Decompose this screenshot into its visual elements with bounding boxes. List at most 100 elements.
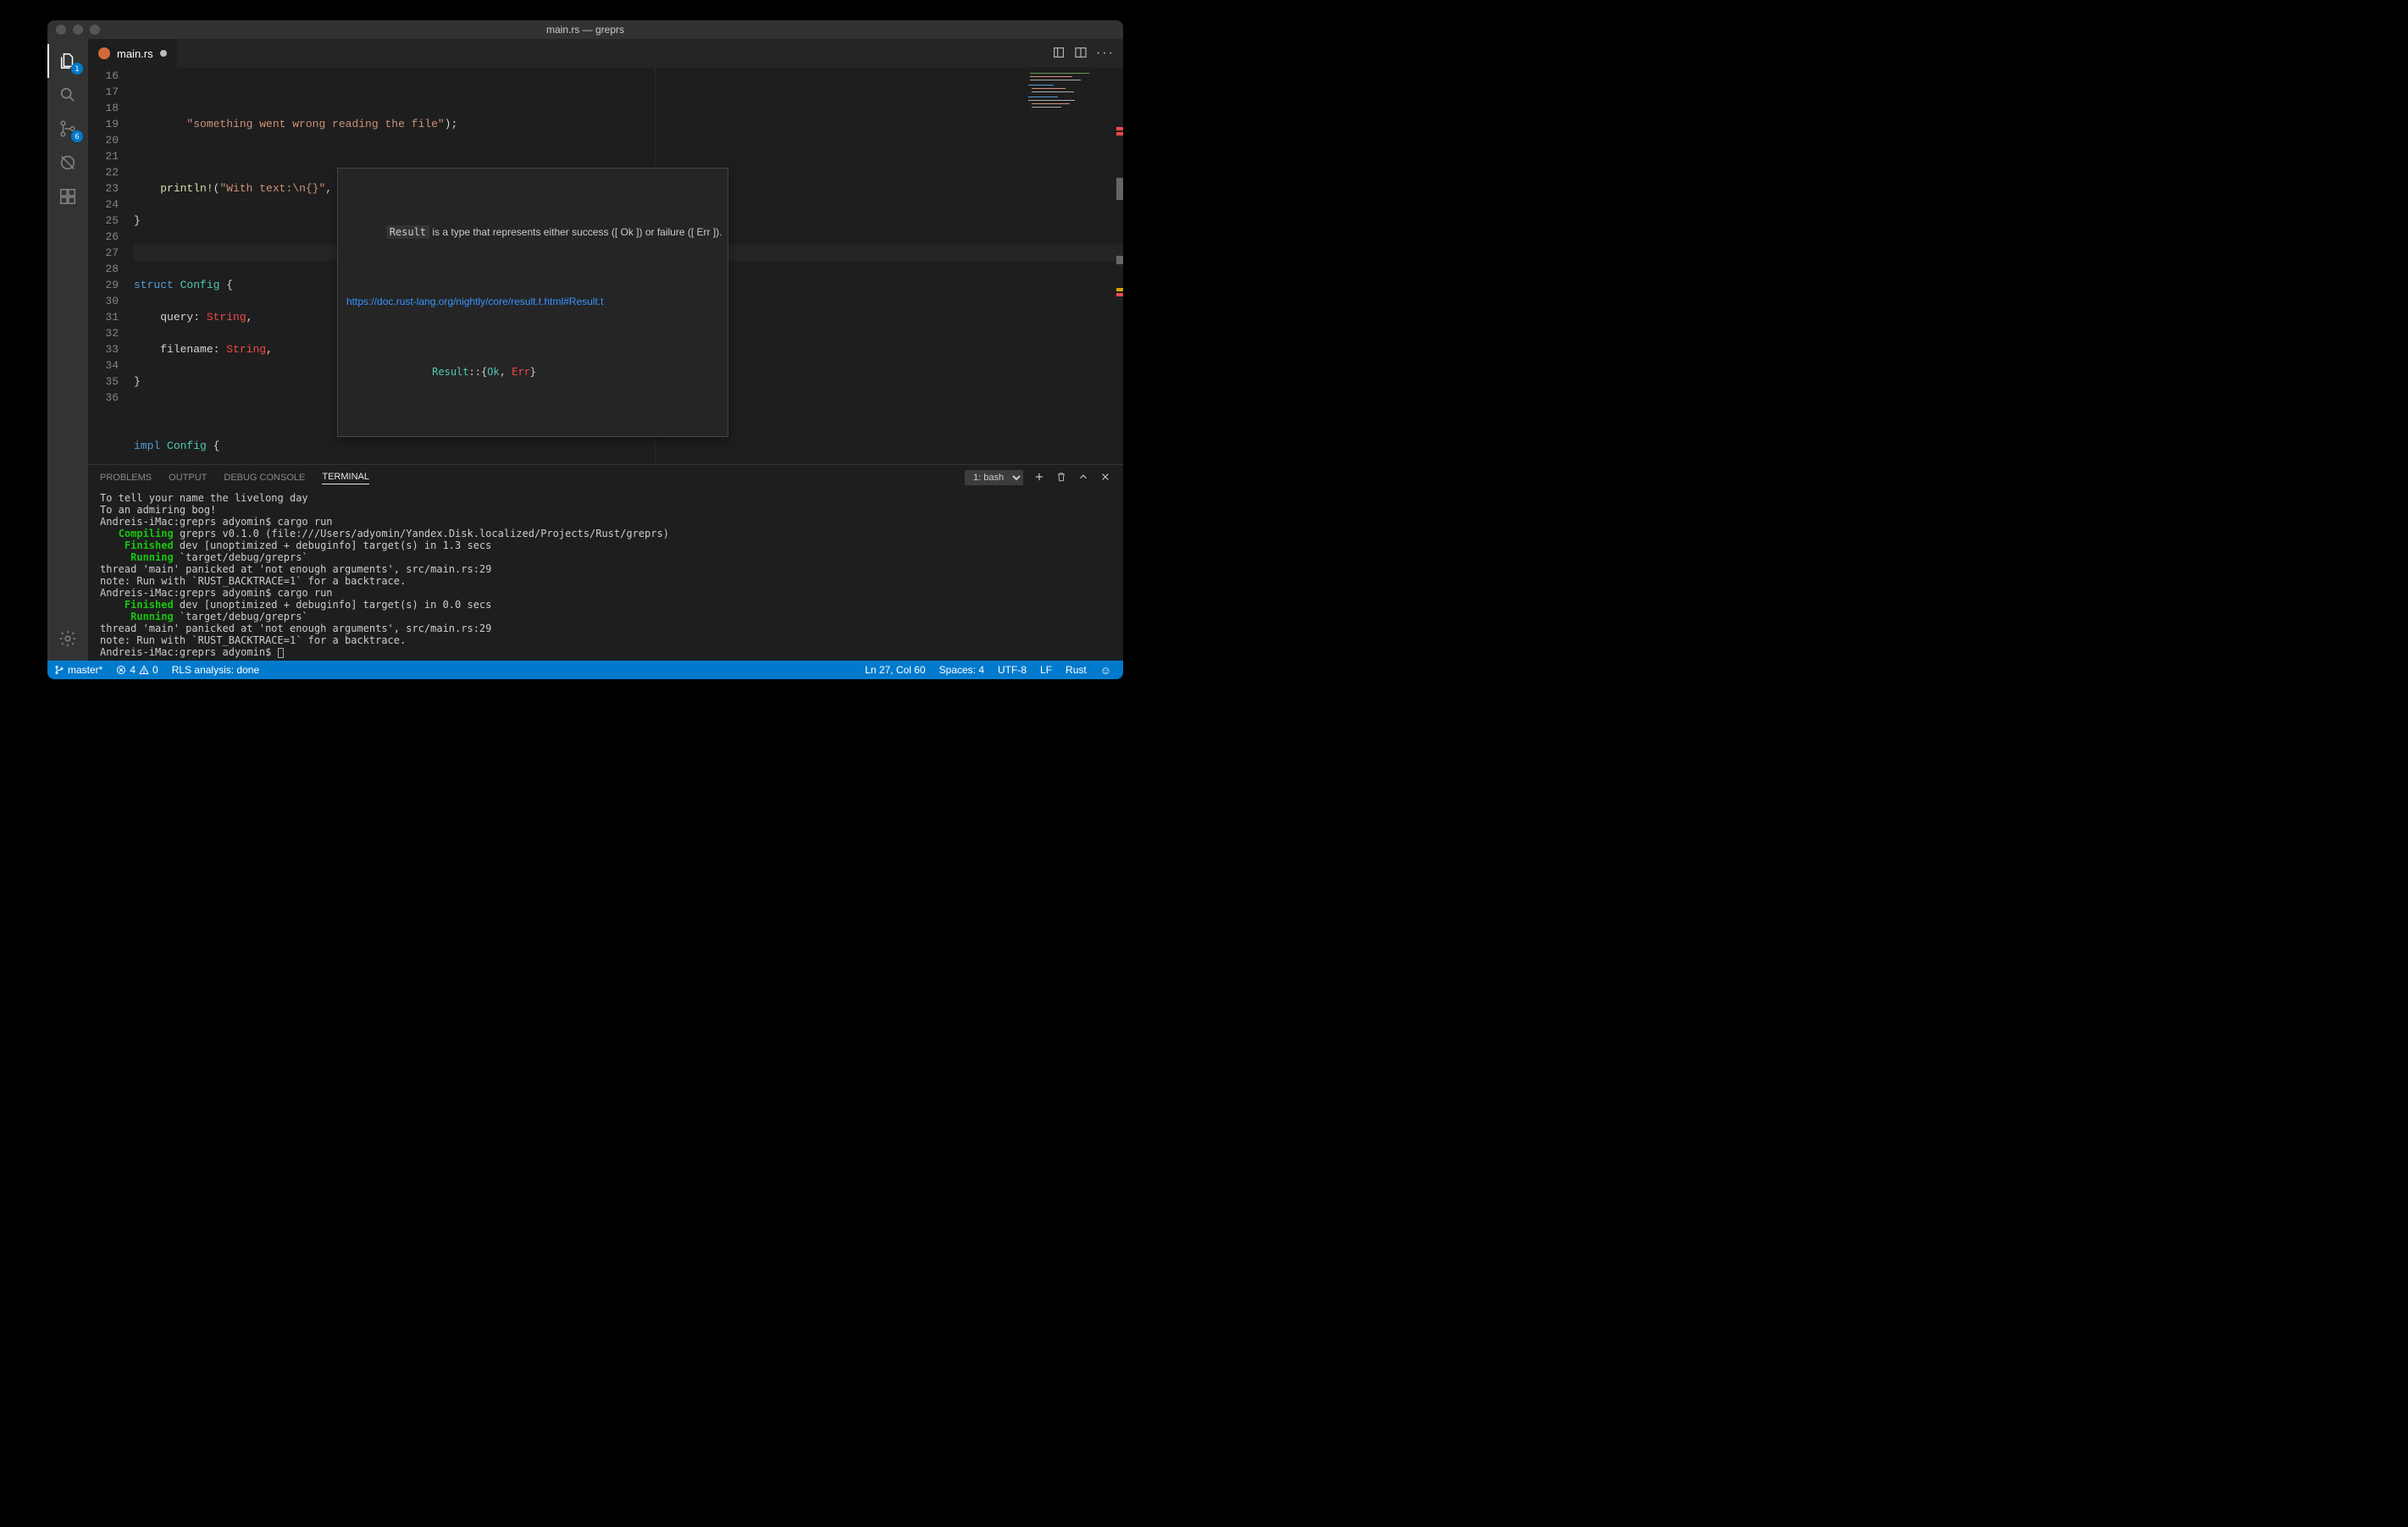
line-number: 17 [88,84,119,100]
terminal-line: thread 'main' panicked at 'not enough ar… [100,622,1111,634]
minimap[interactable] [1021,68,1123,464]
eol-status[interactable]: LF [1033,664,1059,676]
editor-tab-main-rs[interactable]: main.rs [88,39,178,68]
split-editor-button[interactable] [1074,46,1088,62]
terminal-line: Andreis-iMac:greprs adyomin$ [100,646,1111,658]
terminal-line: Finished dev [unoptimized + debuginfo] t… [100,539,1111,551]
line-number-gutter: 1617181920212223242526272829303132333435… [88,68,134,464]
extensions-tab[interactable] [47,180,88,213]
terminal-line: Running `target/debug/greprs` [100,551,1111,563]
explorer-tab[interactable]: 1 [47,44,88,78]
line-number: 25 [88,213,119,229]
git-branch-status[interactable]: master* [47,664,109,676]
chevron-up-icon [1077,471,1089,483]
maximize-panel-button[interactable] [1077,471,1089,485]
hover-tooltip: Result is a type that represents either … [337,168,728,437]
encoding-status[interactable]: UTF-8 [991,664,1033,676]
traffic-lights [47,25,100,35]
line-number: 18 [88,100,119,116]
line-number: 22 [88,164,119,180]
rls-status[interactable]: RLS analysis: done [165,664,266,676]
plus-icon [1033,471,1045,483]
terminal-line: Finished dev [unoptimized + debuginfo] t… [100,599,1111,611]
warning-icon [139,665,149,675]
line-number: 27 [88,245,119,261]
rust-file-icon [98,47,110,59]
overview-ruler[interactable] [1115,68,1123,464]
code-editor[interactable]: 1617181920212223242526272829303132333435… [88,68,1123,464]
line-number: 16 [88,68,119,84]
extensions-icon [58,187,77,206]
bottom-panel: PROBLEMS OUTPUT DEBUG CONSOLE TERMINAL 1… [88,464,1123,661]
tab-filename: main.rs [117,47,153,60]
terminal-line: thread 'main' panicked at 'not enough ar… [100,563,1111,575]
string-literal: "something went wrong reading the file" [186,118,444,130]
indentation-status[interactable]: Spaces: 4 [933,664,991,676]
terminal-selector[interactable]: 1: bash [965,470,1023,485]
debug-icon [58,153,77,172]
panel-tab-output[interactable]: OUTPUT [169,473,207,483]
panel-tab-debug-console[interactable]: DEBUG CONSOLE [224,473,305,483]
debug-tab[interactable] [47,146,88,180]
terminal-cursor [278,648,284,658]
split-icon [1074,46,1088,59]
settings-button[interactable] [47,622,88,656]
terminal-line: To an admiring bog! [100,504,1111,516]
kill-terminal-button[interactable] [1055,471,1067,485]
line-number: 32 [88,325,119,341]
trash-icon [1055,471,1067,483]
minimize-window-button[interactable] [73,25,83,35]
window-title: main.rs — greprs [47,24,1123,36]
problems-status[interactable]: 4 0 [109,664,164,676]
gear-icon [58,629,77,648]
terminal-line: note: Run with `RUST_BACKTRACE=1` for a … [100,575,1111,587]
terminal-line: note: Run with `RUST_BACKTRACE=1` for a … [100,634,1111,646]
line-number: 34 [88,357,119,373]
terminal-line: To tell your name the livelong day [100,492,1111,504]
dirty-indicator-icon [160,50,167,57]
scm-badge: 6 [71,130,83,142]
vscode-window: main.rs — greprs 1 6 [47,20,1123,679]
explorer-badge: 1 [71,63,83,75]
line-number: 24 [88,196,119,213]
code-area[interactable]: "something went wrong reading the file")… [134,68,1123,464]
feedback-button[interactable]: ☺ [1093,664,1118,677]
tab-bar: main.rs ··· [88,39,1123,68]
panel-tab-terminal[interactable]: TERMINAL [322,472,369,484]
close-panel-button[interactable] [1099,471,1111,485]
titlebar[interactable]: main.rs — greprs [47,20,1123,39]
maximize-window-button[interactable] [90,25,100,35]
editor-column: main.rs ··· 1617181920212223242526272829… [88,39,1123,661]
terminal-line: Andreis-iMac:greprs adyomin$ cargo run [100,516,1111,528]
line-number: 36 [88,390,119,406]
diff-icon [1052,46,1066,59]
close-icon [1099,471,1111,483]
terminal-line: Compiling greprs v0.1.0 (file:///Users/a… [100,528,1111,539]
close-window-button[interactable] [56,25,66,35]
panel-tab-problems[interactable]: PROBLEMS [100,473,152,483]
search-tab[interactable] [47,78,88,112]
line-number: 31 [88,309,119,325]
line-number: 23 [88,180,119,196]
line-number: 29 [88,277,119,293]
diff-view-button[interactable] [1052,46,1066,62]
error-icon [116,665,126,675]
hover-doc-link[interactable]: https://doc.rust-lang.org/nightly/core/r… [346,296,603,307]
search-icon [58,86,77,104]
hover-symbol: Result [386,225,429,239]
activity-bar: 1 6 [47,39,88,661]
cursor-position-status[interactable]: Ln 27, Col 60 [858,664,932,676]
terminal-line: Andreis-iMac:greprs adyomin$ cargo run [100,587,1111,599]
line-number: 33 [88,341,119,357]
line-number: 26 [88,229,119,245]
line-number: 20 [88,132,119,148]
macro-call: println! [160,182,213,195]
line-number: 35 [88,373,119,390]
terminal-output[interactable]: To tell your name the livelong dayTo an … [88,490,1123,661]
new-terminal-button[interactable] [1033,471,1045,485]
status-bar: master* 4 0 RLS analysis: done Ln 27, Co… [47,661,1123,679]
git-branch-icon [54,665,64,675]
scm-tab[interactable]: 6 [47,112,88,146]
language-mode-status[interactable]: Rust [1059,664,1093,676]
line-number: 30 [88,293,119,309]
